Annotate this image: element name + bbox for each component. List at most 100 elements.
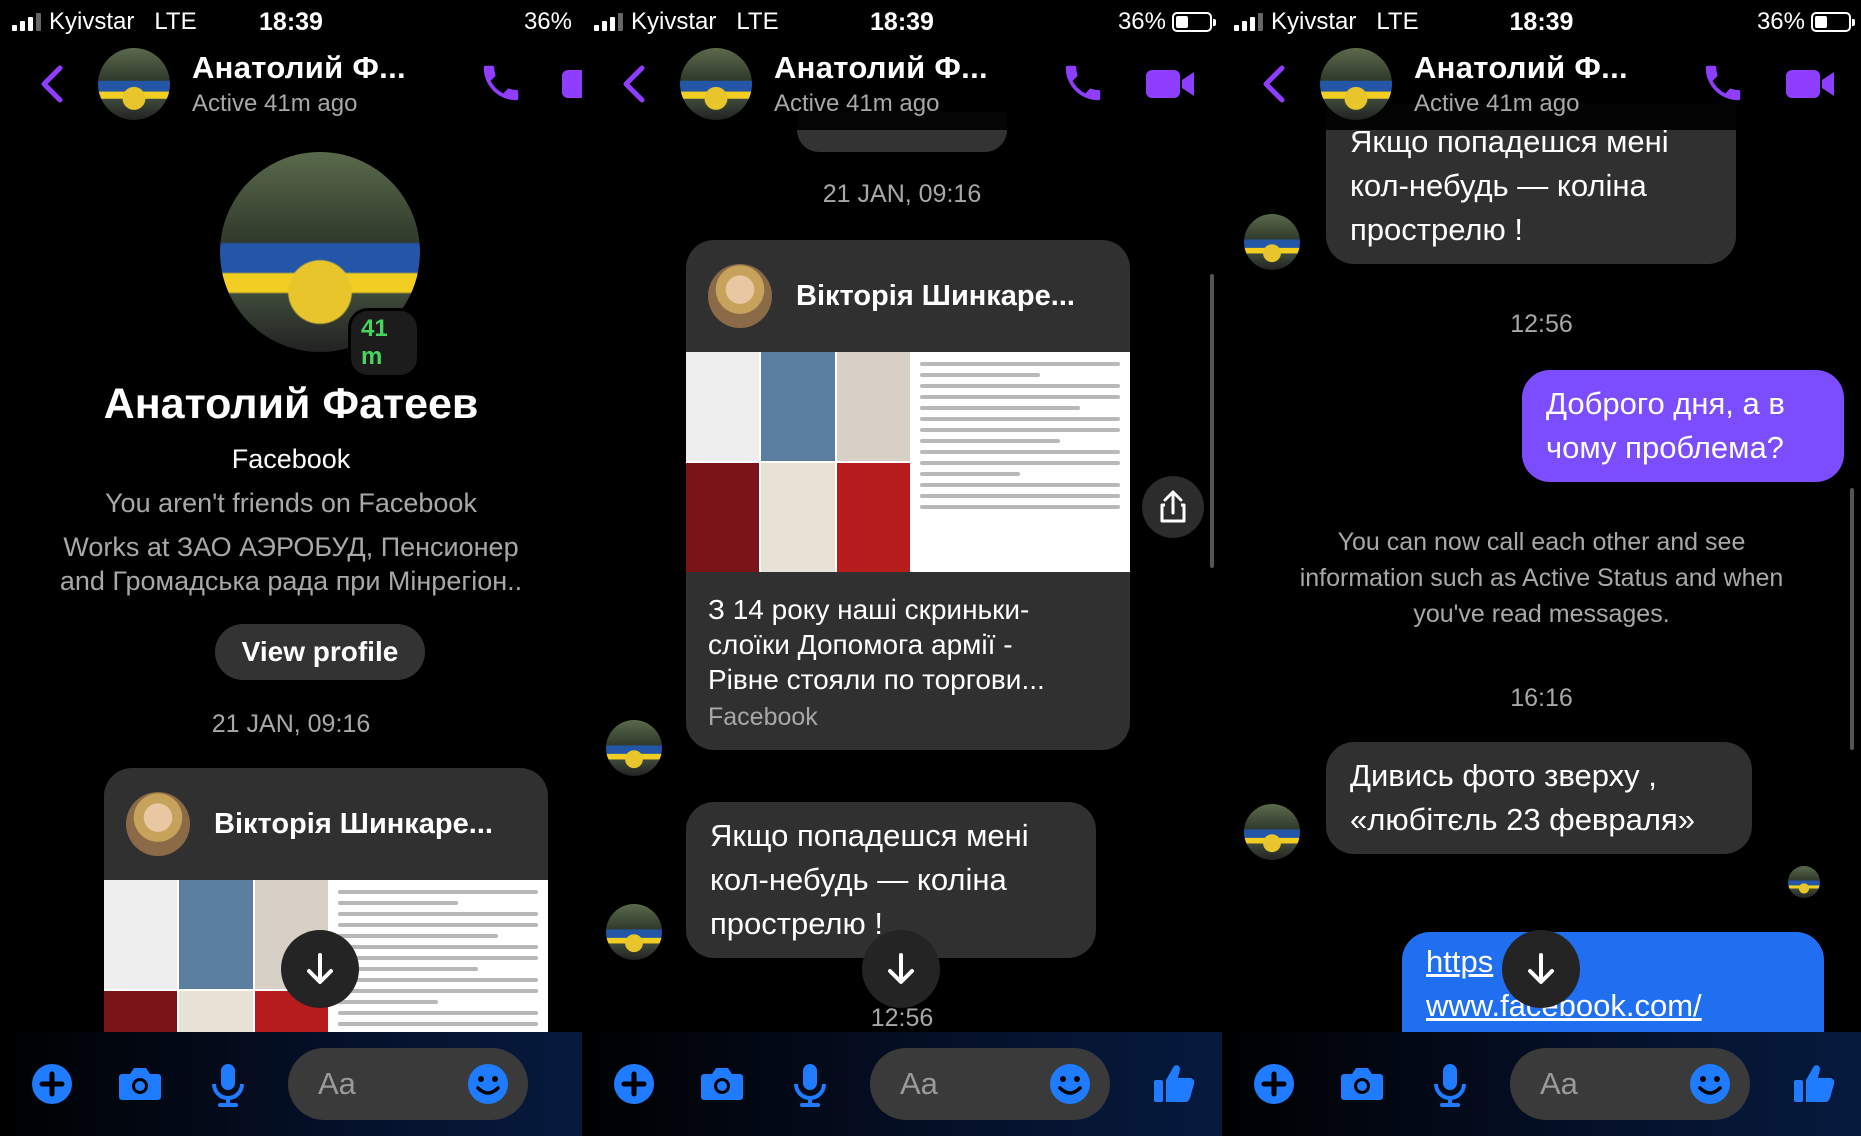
message-line2: чому проблема? xyxy=(1546,430,1784,465)
work-info-line1: Works at ЗАО АЭРОБУД, Пенсионер xyxy=(63,532,519,562)
info-line2: information such as Active Status and wh… xyxy=(1299,564,1784,592)
info-line1: You can now call each other and see xyxy=(1337,528,1746,556)
battery-icon xyxy=(1172,12,1216,32)
message-line2: кол-небудь — коліна xyxy=(710,862,1007,897)
plus-icon[interactable] xyxy=(1248,1058,1300,1110)
avatar[interactable] xyxy=(680,48,752,120)
like-icon[interactable] xyxy=(1788,1058,1840,1110)
message-placeholder: Aa xyxy=(318,1066,356,1101)
plus-icon[interactable] xyxy=(608,1058,660,1110)
seen-avatar xyxy=(1788,866,1820,898)
scroll-down-button[interactable] xyxy=(281,930,359,1008)
screen-chat-bottom: Kyivstar LTE 18:39 36% Анатолий Ф... Act… xyxy=(1222,0,1861,1136)
phone-icon[interactable] xyxy=(478,60,524,106)
post-author-avatar xyxy=(126,792,190,856)
composer-bar: Aa xyxy=(1222,1032,1861,1136)
date-stamp: 21 JAN, 09:16 xyxy=(822,180,982,208)
microphone-icon[interactable] xyxy=(784,1058,836,1110)
plus-icon[interactable] xyxy=(26,1058,78,1110)
share-button[interactable] xyxy=(1142,476,1204,538)
back-icon[interactable] xyxy=(36,64,66,104)
smile-icon[interactable] xyxy=(462,1058,514,1110)
battery-percent: 36% xyxy=(523,8,572,35)
camera-icon[interactable] xyxy=(1336,1058,1388,1110)
work-info-line2: and Громадська рада при Мінрегіон.. xyxy=(59,566,523,596)
clock: 18:39 xyxy=(259,8,323,36)
arrow-down-icon xyxy=(1521,949,1561,989)
sender-avatar[interactable] xyxy=(606,904,662,960)
call-info-note: You can now call each other and see info… xyxy=(1252,524,1831,632)
friends-status: You aren't friends on Facebook xyxy=(105,488,477,518)
time-stamp: 12:56 xyxy=(870,1004,934,1032)
sender-avatar[interactable] xyxy=(606,720,662,776)
phone-icon[interactable] xyxy=(1060,60,1106,106)
video-icon[interactable] xyxy=(1784,64,1836,104)
avatar[interactable] xyxy=(98,48,170,120)
scroll-down-button[interactable] xyxy=(1502,930,1580,1008)
message-bubble[interactable]: Дивись фото зверху , «любітєль 23 феврал… xyxy=(1326,742,1752,854)
message-line1: Доброго дня, а в xyxy=(1546,386,1785,421)
back-icon[interactable] xyxy=(1258,64,1288,104)
smile-icon[interactable] xyxy=(1044,1058,1096,1110)
phone-icon[interactable] xyxy=(1700,60,1746,106)
message-line2: кол-небудь — коліна xyxy=(1350,168,1647,203)
chat-header: Анатолий Ф... Active 41m ago xyxy=(582,40,1222,130)
post-author: Вікторія Шинкаре... xyxy=(214,807,493,840)
message-line2: «любітєль 23 февраля» xyxy=(1350,802,1695,837)
microphone-icon[interactable] xyxy=(1424,1058,1476,1110)
message-input[interactable]: Aa xyxy=(288,1048,528,1120)
message-input[interactable]: Aa xyxy=(870,1048,1110,1120)
battery-percent: 36% xyxy=(1756,8,1805,35)
status-bar: Kyivstar LTE 18:39 36% xyxy=(1222,0,1861,40)
contact-name[interactable]: Анатолий Ф... xyxy=(774,50,988,86)
message-input[interactable]: Aa xyxy=(1510,1048,1750,1120)
sender-avatar[interactable] xyxy=(1244,804,1300,860)
microphone-icon[interactable] xyxy=(202,1058,254,1110)
video-icon[interactable] xyxy=(1144,64,1196,104)
arrow-down-icon xyxy=(881,949,921,989)
post-author: Вікторія Шинкаре... xyxy=(796,279,1075,312)
sender-avatar[interactable] xyxy=(1244,214,1300,270)
link-line1[interactable]: https xyxy=(1426,944,1493,979)
screen-chat-top: Kyivstar LTE 18:39 36% Анатолий Ф... Act… xyxy=(582,0,1222,1136)
scroll-down-button[interactable] xyxy=(862,930,940,1008)
contact-name[interactable]: Анатолий Ф... xyxy=(1414,50,1628,86)
chat-header: Анатолий Ф... Active 41m ago xyxy=(0,40,582,130)
my-message-bubble[interactable]: Доброго дня, а в чому проблема? xyxy=(1522,370,1844,482)
post-text-line3: Рівне стояли по торгови... xyxy=(708,664,1045,695)
profile-avatar[interactable]: 41 m xyxy=(220,152,420,378)
status-bar: Kyivstar LTE 18:39 36% xyxy=(582,0,1222,40)
profile-name: Анатолий Фатеев xyxy=(103,380,479,428)
message-placeholder: Aa xyxy=(900,1066,938,1101)
chat-header: Анатолий Ф... Active 41m ago xyxy=(1222,40,1861,130)
active-status: Active 41m ago xyxy=(1414,90,1580,117)
post-source: Facebook xyxy=(708,703,818,731)
smile-icon[interactable] xyxy=(1684,1058,1736,1110)
battery-icon xyxy=(1811,12,1855,32)
active-status: Active 41m ago xyxy=(192,90,358,117)
screen-profile: Kyivstar LTE 18:39 36% Анатолий Ф... Act… xyxy=(0,0,582,1136)
back-icon[interactable] xyxy=(618,64,648,104)
like-icon[interactable] xyxy=(1148,1058,1200,1110)
contact-name[interactable]: Анатолий Ф... xyxy=(192,50,406,86)
video-icon[interactable] xyxy=(560,64,582,104)
camera-icon[interactable] xyxy=(114,1058,166,1110)
arrow-down-icon xyxy=(300,949,340,989)
battery-percent: 36% xyxy=(1117,8,1166,35)
status-bar: Kyivstar LTE 18:39 36% xyxy=(0,0,582,40)
scrollbar[interactable] xyxy=(1850,488,1854,750)
avatar[interactable] xyxy=(1320,48,1392,120)
share-icon xyxy=(1153,487,1193,527)
post-author-avatar xyxy=(708,264,772,328)
post-text-line2: слоїки Допомога армії - xyxy=(708,629,1013,660)
camera-icon[interactable] xyxy=(696,1058,748,1110)
profile-platform: Facebook xyxy=(231,444,351,474)
composer-bar: Aa xyxy=(0,1032,582,1136)
scrollbar[interactable] xyxy=(1210,274,1214,568)
view-profile-button[interactable]: View profile xyxy=(215,624,425,680)
post-text-line1: З 14 року наші скриньки- xyxy=(708,594,1030,625)
message-line3: прострелю ! xyxy=(1350,212,1523,247)
shared-post-card[interactable]: Вікторія Шинкаре... З 14 року наші скрин… xyxy=(686,240,1130,750)
time-stamp: 16:16 xyxy=(1510,684,1573,712)
time-stamp: 12:56 xyxy=(1510,310,1573,338)
